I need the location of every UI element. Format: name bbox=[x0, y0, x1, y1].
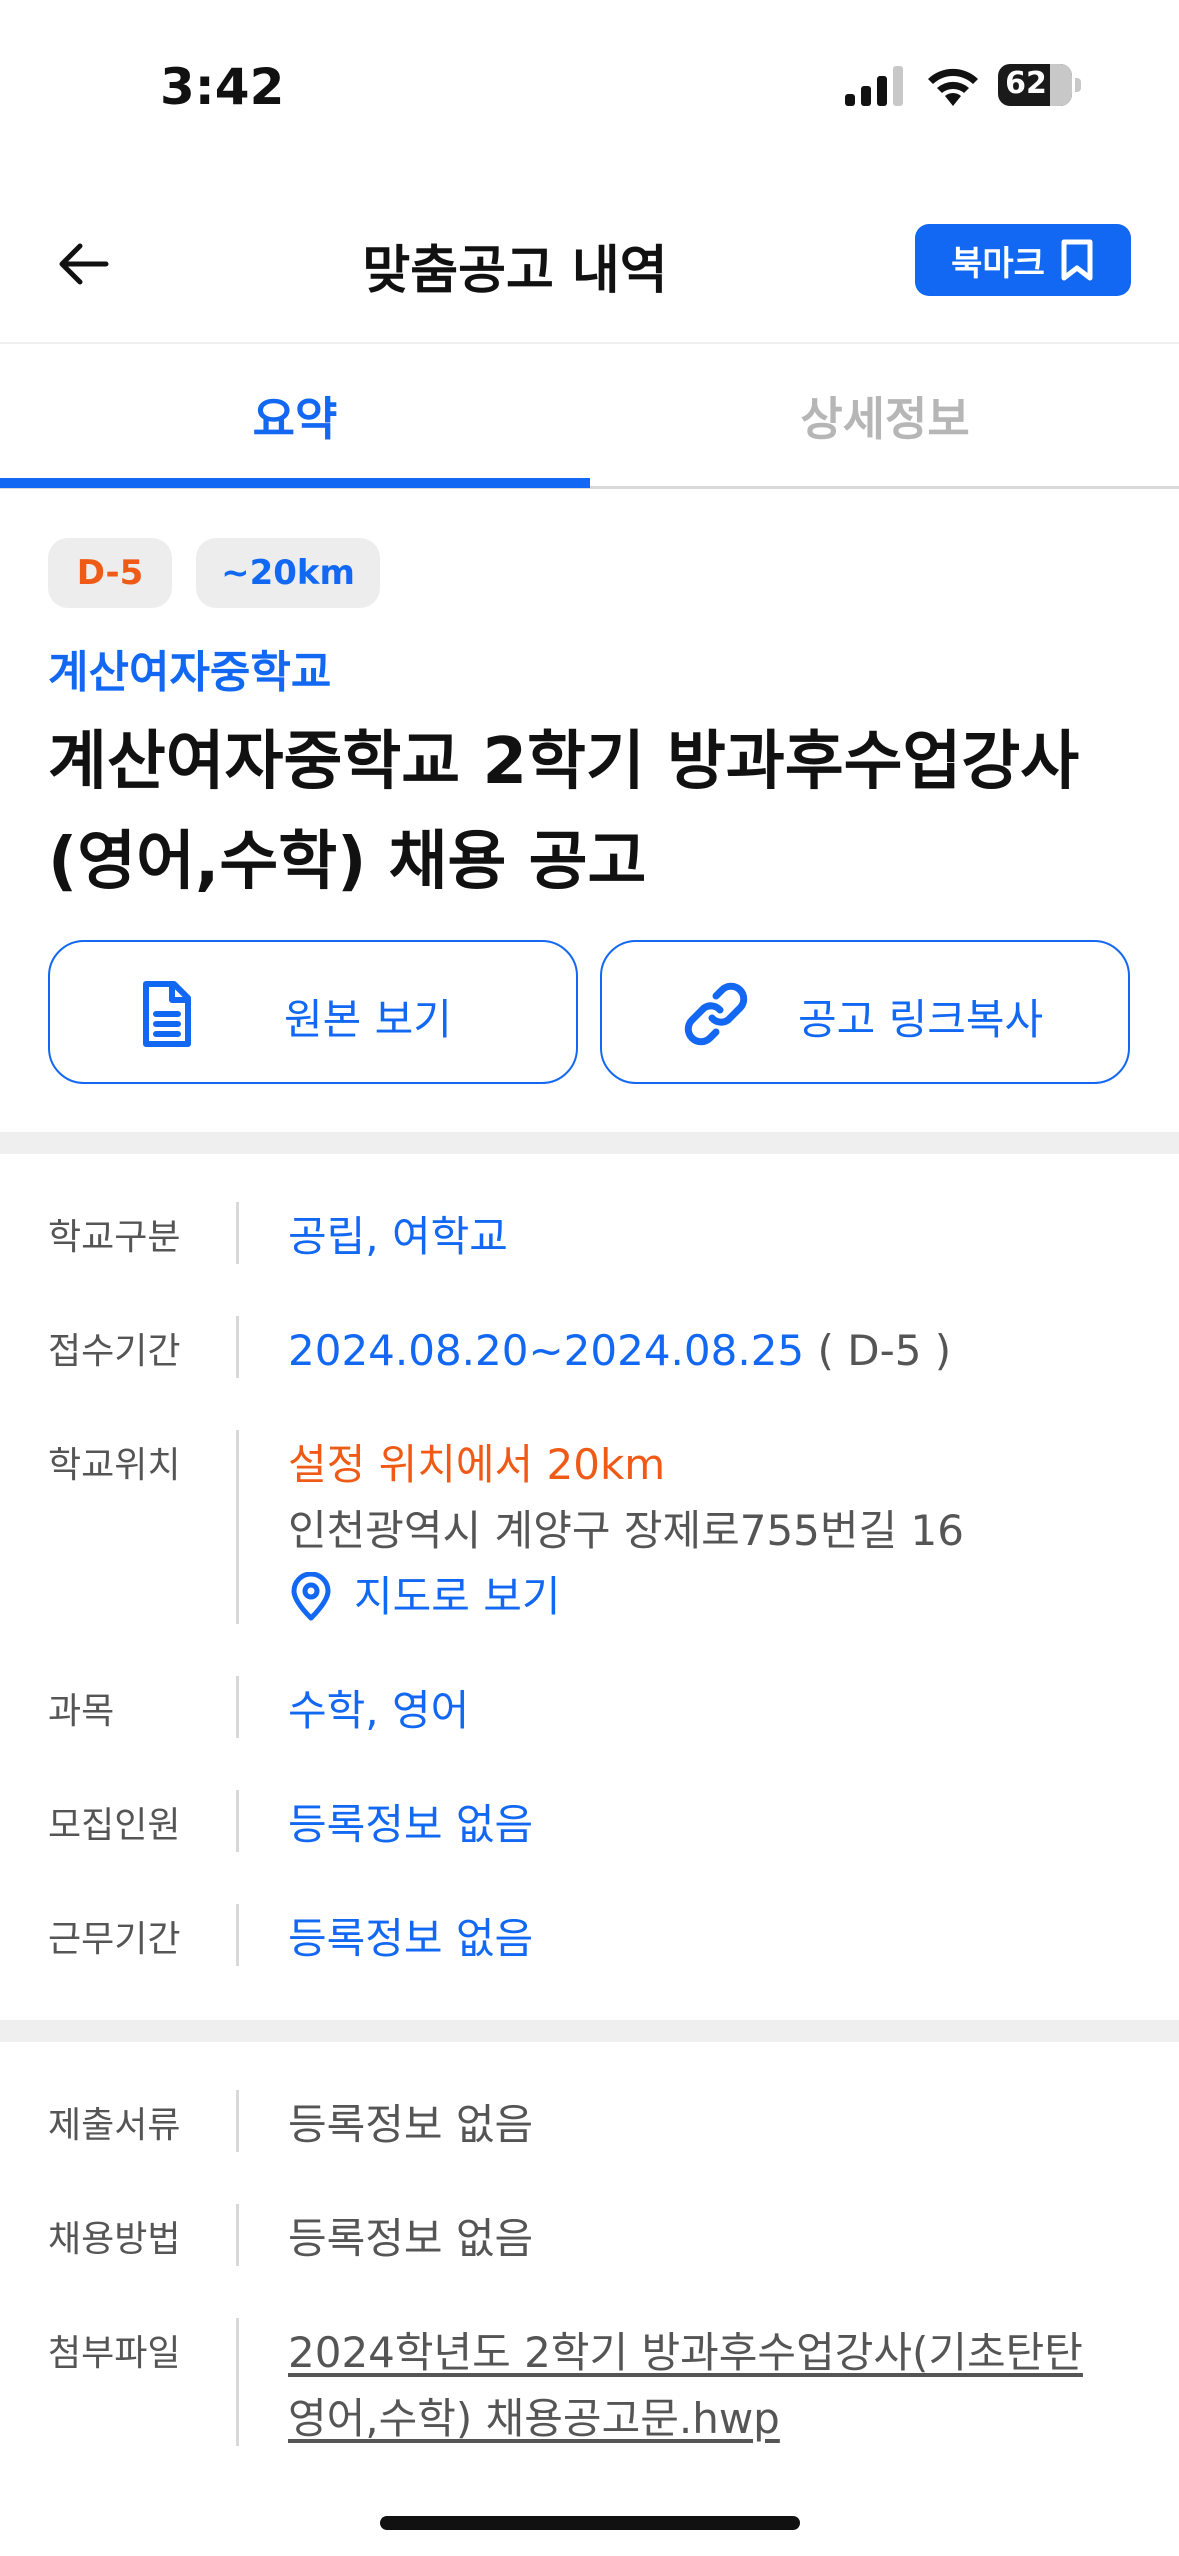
bookmark-button[interactable]: 북마크 bbox=[915, 224, 1131, 296]
location-distance: 설정 위치에서 20km bbox=[288, 1440, 666, 1489]
documents-value: 등록정보 없음 bbox=[288, 2100, 534, 2149]
view-original-button[interactable]: 원본 보기 bbox=[48, 940, 578, 1084]
home-indicator[interactable] bbox=[380, 2516, 800, 2530]
info-label: 근무기간 bbox=[48, 1919, 181, 1960]
tab-detail[interactable]: 상세정보 bbox=[590, 344, 1179, 488]
copy-link-label: 공고 링크복사 bbox=[798, 995, 1044, 1044]
work-period-value: 등록정보 없음 bbox=[288, 1914, 534, 1963]
battery-level: 62 bbox=[1005, 66, 1047, 101]
tab-summary[interactable]: 요약 bbox=[0, 344, 590, 488]
info-label: 첨부파일 bbox=[48, 2333, 181, 2374]
header: 맞춤공고 내역 북마크 bbox=[0, 200, 1179, 340]
period-dates: 2024.08.20~2024.08.25 bbox=[288, 1326, 805, 1375]
bookmark-icon bbox=[1061, 239, 1093, 281]
info-label: 모집인원 bbox=[48, 1805, 181, 1846]
status-time: 3:42 bbox=[160, 58, 285, 116]
period-dday: ( D-5 ) bbox=[817, 1326, 952, 1375]
cellular-signal-icon bbox=[845, 66, 903, 106]
info-label: 과목 bbox=[48, 1691, 115, 1732]
link-icon bbox=[684, 982, 748, 1046]
map-pin-icon bbox=[291, 1572, 331, 1621]
wifi-icon bbox=[928, 68, 978, 106]
location-value: 설정 위치에서 20km 인천광역시 계양구 장제로755번길 16 지도로 보… bbox=[288, 1432, 964, 1630]
post-title: 계산여자중학교 2학기 방과후수업강사(영어,수학) 채용 공고 bbox=[48, 725, 1080, 899]
info-label: 접수기간 bbox=[48, 1331, 181, 1372]
method-value: 등록정보 없음 bbox=[288, 2214, 534, 2263]
distance-badge: ~20km bbox=[196, 538, 380, 608]
map-link-label: 지도로 보기 bbox=[354, 1572, 561, 1621]
page-title: 맞춤공고 내역 bbox=[362, 241, 668, 301]
tab-bar: 요약 상세정보 bbox=[0, 342, 1179, 489]
section-divider bbox=[0, 1132, 1179, 1154]
location-address: 인천광역시 계양구 장제로755번길 16 bbox=[288, 1506, 964, 1555]
period-value: 2024.08.20~2024.08.25 ( D-5 ) bbox=[288, 1318, 951, 1384]
subject-value: 수학, 영어 bbox=[288, 1686, 470, 1735]
copy-link-button[interactable]: 공고 링크복사 bbox=[600, 940, 1130, 1084]
attachment-link[interactable]: 2024학년도 2학기 방과후수업강사(기초탄탄 영어,수학) 채용공고문.hw… bbox=[288, 2320, 1083, 2452]
map-link[interactable]: 지도로 보기 bbox=[288, 1564, 964, 1630]
attachment-line2: 영어,수학) 채용공고문.hwp bbox=[288, 2394, 780, 2443]
tab-active-indicator bbox=[0, 478, 590, 488]
school-name: 계산여자중학교 bbox=[48, 647, 332, 698]
attachment-line1: 2024학년도 2학기 방과후수업강사(기초탄탄 bbox=[288, 2328, 1083, 2377]
section-divider bbox=[0, 2020, 1179, 2042]
info-label: 학교위치 bbox=[48, 1445, 181, 1486]
document-icon bbox=[143, 981, 191, 1047]
dday-badge: D-5 bbox=[48, 538, 172, 608]
info-label: 제출서류 bbox=[48, 2105, 181, 2146]
info-label: 학교구분 bbox=[48, 1217, 181, 1258]
recruits-value: 등록정보 없음 bbox=[288, 1800, 534, 1849]
view-original-label: 원본 보기 bbox=[284, 995, 452, 1044]
battery-indicator: 62 bbox=[998, 64, 1082, 106]
bookmark-label: 북마크 bbox=[951, 243, 1045, 284]
status-bar: 3:42 62 bbox=[0, 0, 1179, 160]
school-type-value: 공립, 여학교 bbox=[288, 1212, 508, 1261]
info-label: 채용방법 bbox=[48, 2219, 181, 2260]
